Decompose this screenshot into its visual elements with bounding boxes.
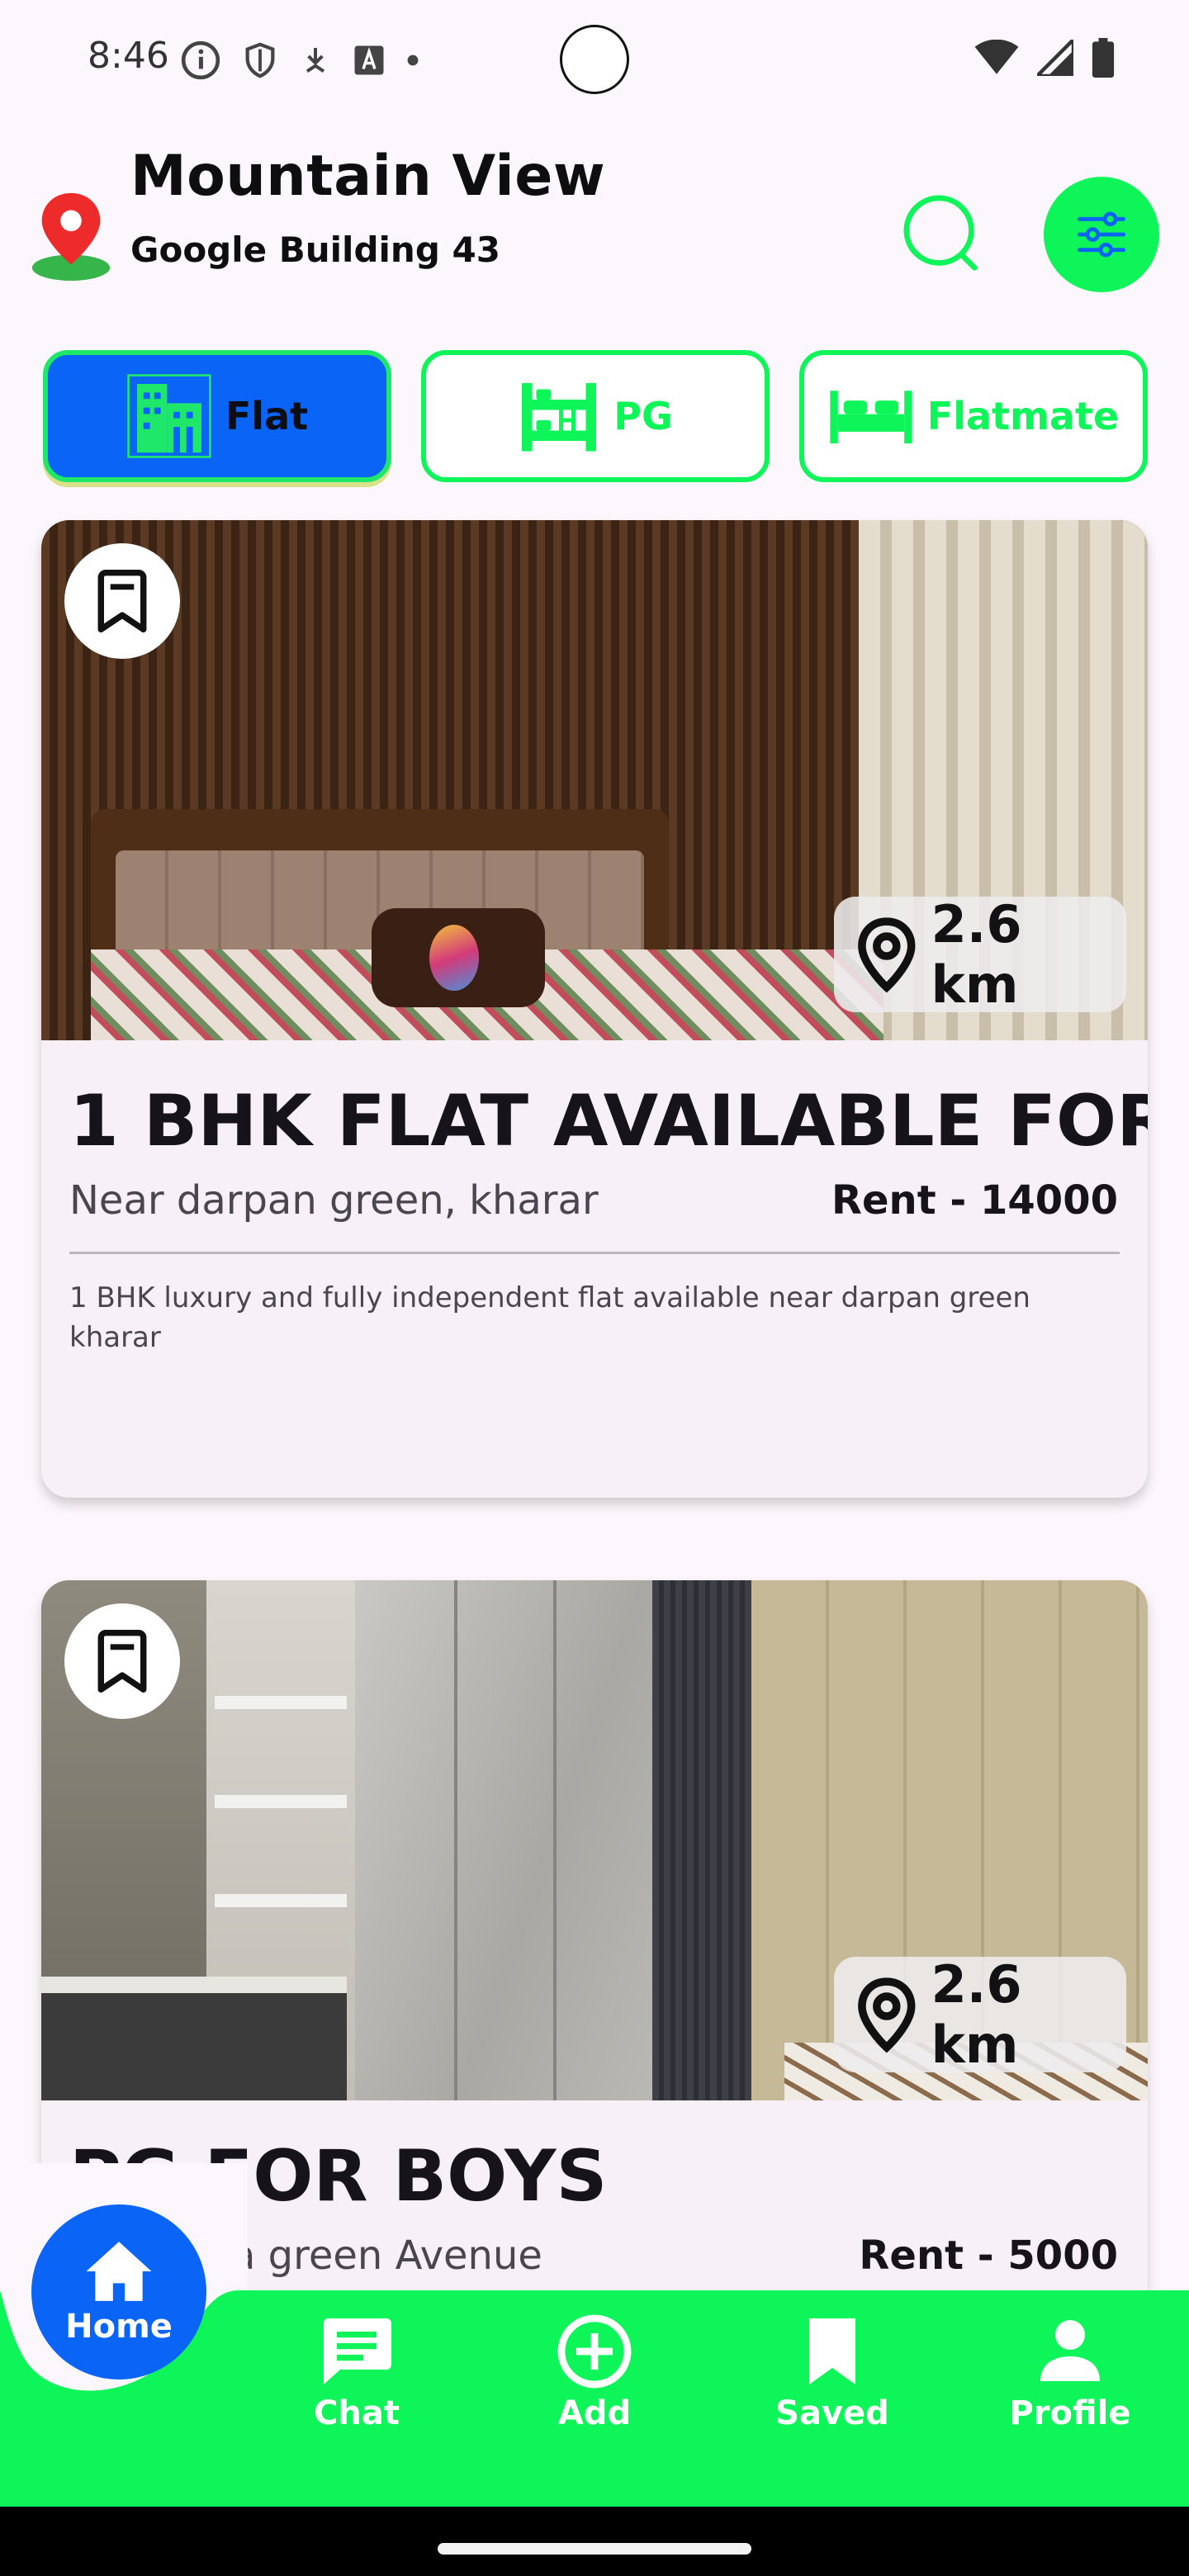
chip-flatmate-label: Flatmate (926, 394, 1120, 438)
nav-saved-label: Saved (775, 2394, 889, 2432)
nav-profile[interactable]: Profile (988, 2312, 1153, 2444)
filter-icon (1077, 211, 1126, 258)
add-circle-icon (557, 2314, 632, 2389)
status-time: 8:46 (88, 35, 169, 77)
font-icon (354, 45, 384, 75)
distance-text: 2.6 km (931, 1954, 1022, 2075)
nav-add-label: Add (557, 2394, 632, 2432)
property-type-filters: Flat PG Flatmate (43, 350, 1148, 487)
search-icon (903, 195, 978, 271)
distance-badge: 2.6 km (834, 1954, 1126, 2075)
person-icon (1040, 2320, 1100, 2381)
chat-icon (323, 2318, 391, 2384)
home-icon (86, 2242, 152, 2301)
location-pin-outline-icon (858, 1977, 916, 2053)
status-bar: 8:46 (0, 0, 1189, 124)
chip-flat[interactable]: Flat (43, 350, 391, 482)
battery-icon (1092, 38, 1115, 78)
distance-text: 2.6 km (931, 894, 1022, 1015)
nav-chat-label: Chat (314, 2394, 400, 2432)
distance-badge: 2.6 km (834, 894, 1126, 1015)
chip-pg[interactable]: PG (421, 350, 770, 482)
location-pin-icon[interactable] (30, 190, 112, 284)
nav-chat[interactable]: Chat (274, 2312, 439, 2444)
shield-icon (245, 42, 275, 78)
listing-rent: Rent - 5000 (859, 2233, 1118, 2279)
nav-add[interactable]: Add (512, 2312, 677, 2444)
search-button[interactable] (900, 192, 991, 282)
listing-rent: Rent - 14000 (831, 1177, 1118, 1224)
signal-icon (1037, 40, 1073, 76)
listing-description: 1 BHK luxury and fully independent flat … (69, 1281, 1030, 1354)
bookmark-outline-icon (97, 1630, 147, 1693)
status-notification-icons (180, 40, 419, 81)
nav-home[interactable]: Home (31, 2204, 206, 2379)
filter-button[interactable] (1044, 177, 1159, 292)
location-pin-outline-icon (858, 917, 916, 993)
camera-cutout (560, 25, 629, 94)
chip-flat-label: Flat (225, 394, 309, 438)
chip-pg-label: PG (613, 394, 673, 438)
download-icon (306, 48, 325, 73)
building-icon (127, 374, 211, 458)
gesture-handle[interactable] (438, 2543, 751, 2555)
nav-home-label: Home (65, 2308, 173, 2346)
bed-icon (830, 391, 912, 444)
listing-photo[interactable]: 2.6 km (41, 1580, 1148, 2100)
listing-location: Near darpan green, kharar (69, 1177, 599, 1224)
bookmark-button[interactable] (64, 543, 180, 659)
listing-location: a green Avenue (231, 2233, 542, 2279)
bookmark-button[interactable] (64, 1603, 180, 1719)
status-system-icons (974, 38, 1115, 78)
address-line[interactable]: Google Building 43 (130, 230, 500, 270)
nav-profile-label: Profile (1009, 2394, 1131, 2432)
bookmark-icon (809, 2318, 855, 2384)
listing-photo[interactable]: 2.6 km (41, 520, 1148, 1040)
wifi-icon (974, 40, 1019, 74)
listing-card[interactable]: 2.6 km 1 BHK FLAT AVAILABLE FOR Near dar… (41, 520, 1148, 1498)
bunk-bed-icon (522, 383, 597, 452)
chip-flatmate[interactable]: Flatmate (799, 350, 1148, 482)
listing-title: 1 BHK FLAT AVAILABLE FOR (69, 1080, 1148, 1163)
city-name[interactable]: Mountain View (130, 144, 605, 209)
location-header: Mountain View Google Building 43 (0, 140, 1189, 305)
dot-icon (407, 54, 419, 66)
nav-saved[interactable]: Saved (750, 2312, 915, 2444)
info-icon (181, 40, 220, 80)
bookmark-outline-icon (97, 570, 147, 632)
divider (69, 1252, 1120, 1254)
system-navigation-bar (0, 2507, 1189, 2576)
